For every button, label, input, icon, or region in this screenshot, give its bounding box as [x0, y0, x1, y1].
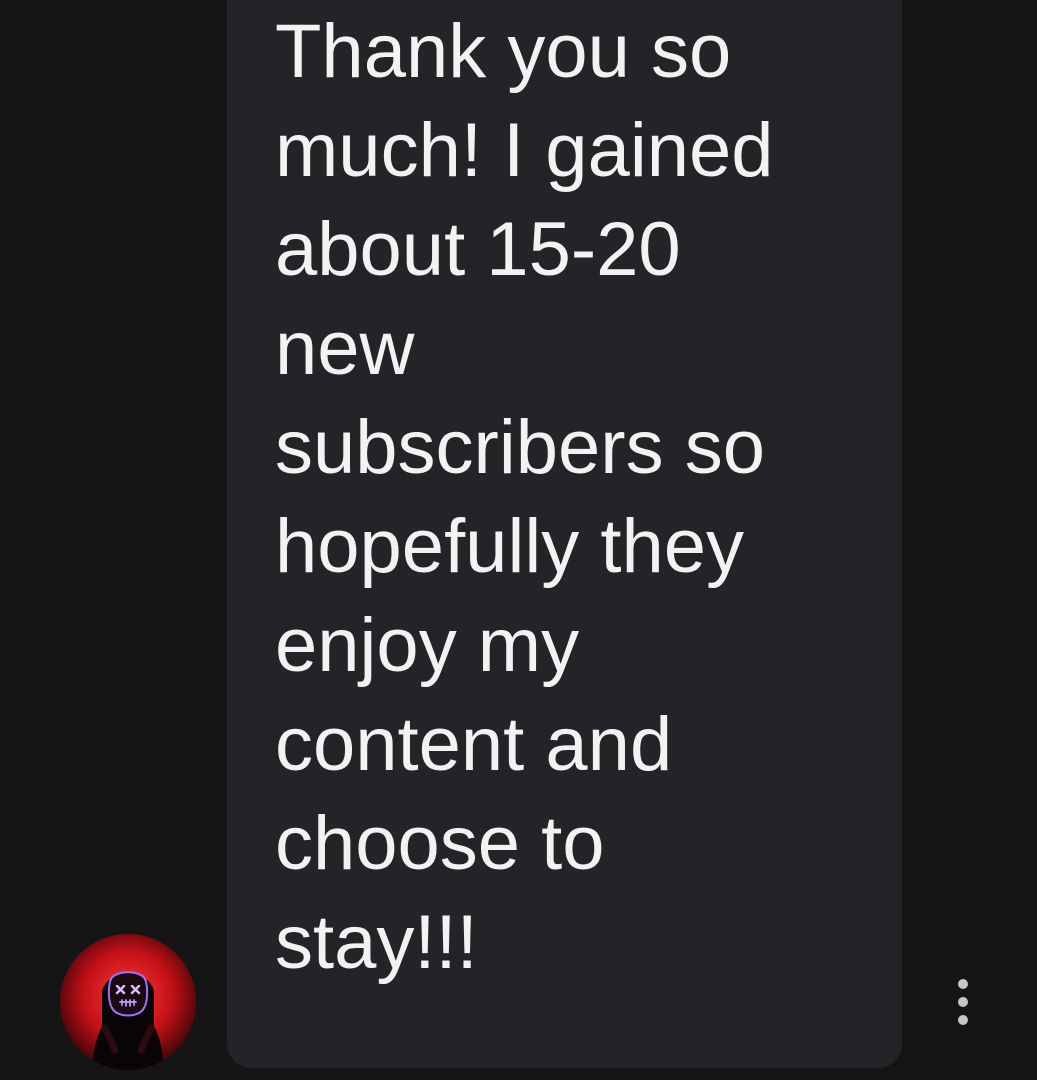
message-bubble[interactable]: Thank you so much! I gained about 15-20 …: [227, 0, 902, 1068]
chat-screen: Thank you so much! I gained about 15-20 …: [0, 0, 1037, 1080]
masked-user-avatar-icon: [60, 934, 196, 1070]
user-avatar[interactable]: [60, 934, 196, 1070]
vertical-ellipsis-icon: [958, 979, 968, 989]
message-text: Thank you so much! I gained about 15-20 …: [275, 9, 774, 985]
vertical-ellipsis-icon: [958, 1015, 968, 1025]
more-options-button[interactable]: [951, 979, 975, 1025]
vertical-ellipsis-icon: [958, 997, 968, 1007]
